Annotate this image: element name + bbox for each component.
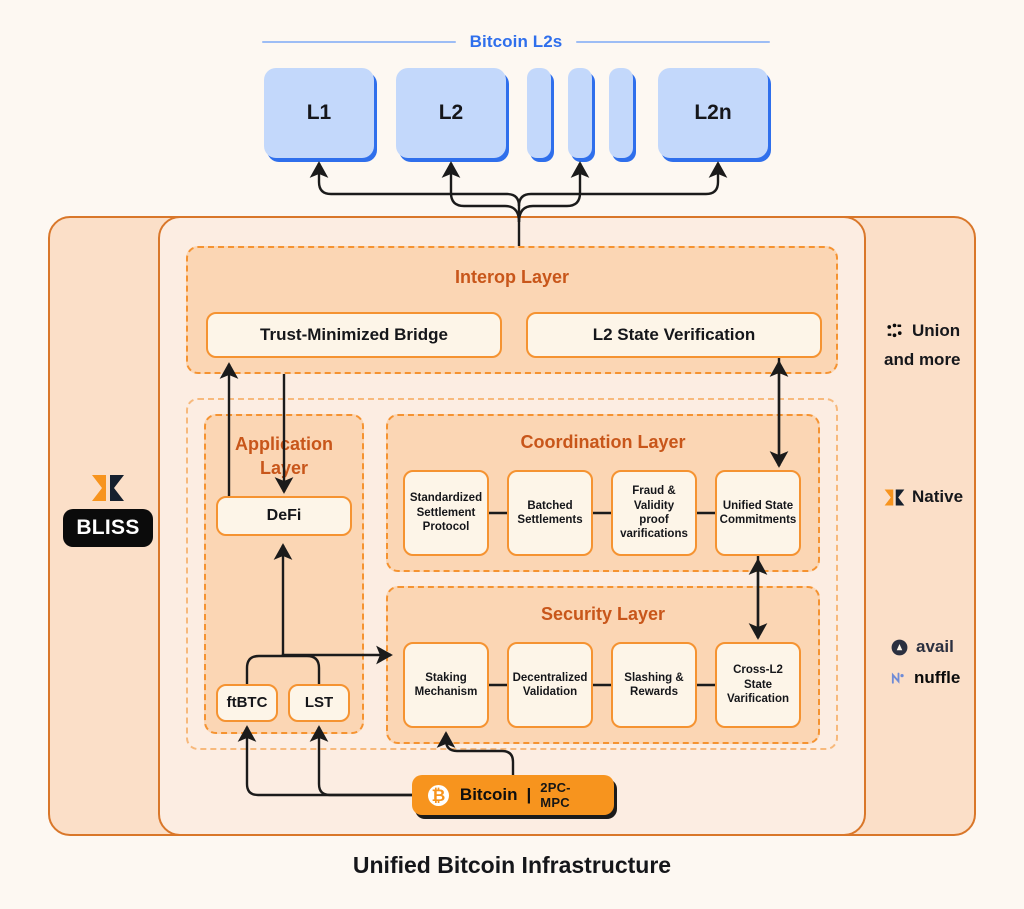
partner-and-more: and more bbox=[884, 350, 961, 370]
node-label: L2 State Verification bbox=[592, 325, 756, 345]
partner-label: nuffle bbox=[914, 668, 961, 687]
bitcoin-icon: ₿ bbox=[426, 782, 451, 808]
l2-box-label: L1 bbox=[306, 101, 332, 124]
node-label: Unified State Commitments bbox=[719, 499, 797, 526]
bitcoin-l2s-title: Bitcoin L2s bbox=[469, 32, 563, 51]
interop-layer-title: Interop Layer bbox=[454, 267, 570, 287]
bliss-mark-icon bbox=[92, 475, 124, 501]
partner-label: Native bbox=[912, 487, 964, 506]
partner-native: Native bbox=[884, 487, 963, 507]
bliss-logo: BLISS bbox=[63, 473, 153, 563]
bitcoin-badge-protocol: 2PC-MPC bbox=[540, 780, 571, 810]
l2-box-l1[interactable]: L1 bbox=[264, 68, 374, 158]
security-layer-title: Security Layer bbox=[540, 604, 666, 624]
avail-icon bbox=[891, 639, 908, 655]
bliss-label: BLISS bbox=[76, 516, 140, 539]
node-cross-l2-state-varification[interactable]: Cross-L2 State Varification bbox=[715, 642, 801, 728]
node-label: Staking Mechanism bbox=[414, 671, 478, 698]
node-defi[interactable]: DeFi bbox=[216, 496, 352, 536]
coordination-layer-title: Coordination Layer bbox=[520, 432, 686, 452]
node-label: Batched Settlements bbox=[517, 499, 583, 526]
node-batched-settlements[interactable]: Batched Settlements bbox=[507, 470, 593, 556]
node-ftbtc[interactable]: ftBTC bbox=[216, 684, 278, 722]
header-rule-left bbox=[262, 41, 456, 43]
bitcoin-symbol: ₿ bbox=[431, 785, 446, 805]
union-icon bbox=[887, 323, 902, 338]
node-label: LST bbox=[304, 693, 334, 711]
node-trust-minimized-bridge[interactable]: Trust-Minimized Bridge bbox=[206, 312, 502, 358]
bliss-wordmark: BLISS bbox=[63, 509, 153, 547]
page-title: Unified Bitcoin Infrastructure bbox=[352, 852, 672, 878]
header-rule-right bbox=[576, 41, 771, 43]
application-layer-title-line2: Layer bbox=[259, 458, 309, 479]
l2-box-placeholder-3[interactable] bbox=[609, 68, 633, 158]
node-label: Fraud & Validity proof varifications bbox=[620, 485, 688, 541]
node-label: Decentralized Validation bbox=[512, 671, 588, 698]
node-unified-state-commitments[interactable]: Unified State Commitments bbox=[715, 470, 801, 556]
node-label: Trust-Minimized Bridge bbox=[260, 325, 448, 345]
partner-label: Union bbox=[912, 320, 961, 340]
l2-box-placeholder-2[interactable] bbox=[568, 68, 592, 158]
l2-box-label: L2 bbox=[438, 101, 464, 124]
partner-avail: avail bbox=[890, 637, 954, 657]
bitcoin-badge-separator: | bbox=[526, 785, 532, 804]
node-label: ftBTC bbox=[226, 693, 268, 711]
application-layer-title-line1: Application bbox=[235, 434, 333, 454]
node-lst[interactable]: LST bbox=[288, 684, 350, 722]
bitcoin-l2s-header: Bitcoin L2s bbox=[262, 30, 771, 54]
bitcoin-badge[interactable]: ₿ Bitcoin | 2PC-MPC bbox=[412, 775, 614, 815]
node-staking-mechanism[interactable]: Staking Mechanism bbox=[403, 642, 489, 728]
l2-box-l2n[interactable]: L2n bbox=[658, 68, 768, 158]
partner-label: and more bbox=[884, 350, 961, 369]
node-label: Standardized Settlement Protocol bbox=[409, 492, 483, 534]
partner-union: Union bbox=[884, 320, 960, 341]
partner-nuffle: nuffle bbox=[890, 668, 960, 688]
application-layer-title: Application Layer bbox=[206, 432, 362, 481]
node-label: DeFi bbox=[266, 507, 302, 524]
bitcoin-badge-name: Bitcoin bbox=[459, 785, 518, 804]
l2-box-l2[interactable]: L2 bbox=[396, 68, 506, 158]
node-standardized-settlement-protocol[interactable]: Standardized Settlement Protocol bbox=[403, 470, 489, 556]
node-fraud-validity-proof-varifications[interactable]: Fraud & Validity proof varifications bbox=[611, 470, 697, 556]
l2-box-placeholder-1[interactable] bbox=[527, 68, 551, 158]
native-icon bbox=[884, 488, 905, 506]
partner-label: avail bbox=[916, 637, 954, 656]
node-label: Slashing & Rewards bbox=[624, 671, 684, 698]
node-l2-state-verification[interactable]: L2 State Verification bbox=[526, 312, 822, 358]
l2-box-label: L2n bbox=[694, 101, 732, 124]
diagram-canvas: Bitcoin L2s L1 L2 L2n Interop Layer Trus… bbox=[0, 0, 1024, 909]
node-label: Cross-L2 State Varification bbox=[727, 664, 789, 706]
node-decentralized-validation[interactable]: Decentralized Validation bbox=[507, 642, 593, 728]
nuffle-icon bbox=[891, 672, 904, 684]
node-slashing-rewards[interactable]: Slashing & Rewards bbox=[611, 642, 697, 728]
